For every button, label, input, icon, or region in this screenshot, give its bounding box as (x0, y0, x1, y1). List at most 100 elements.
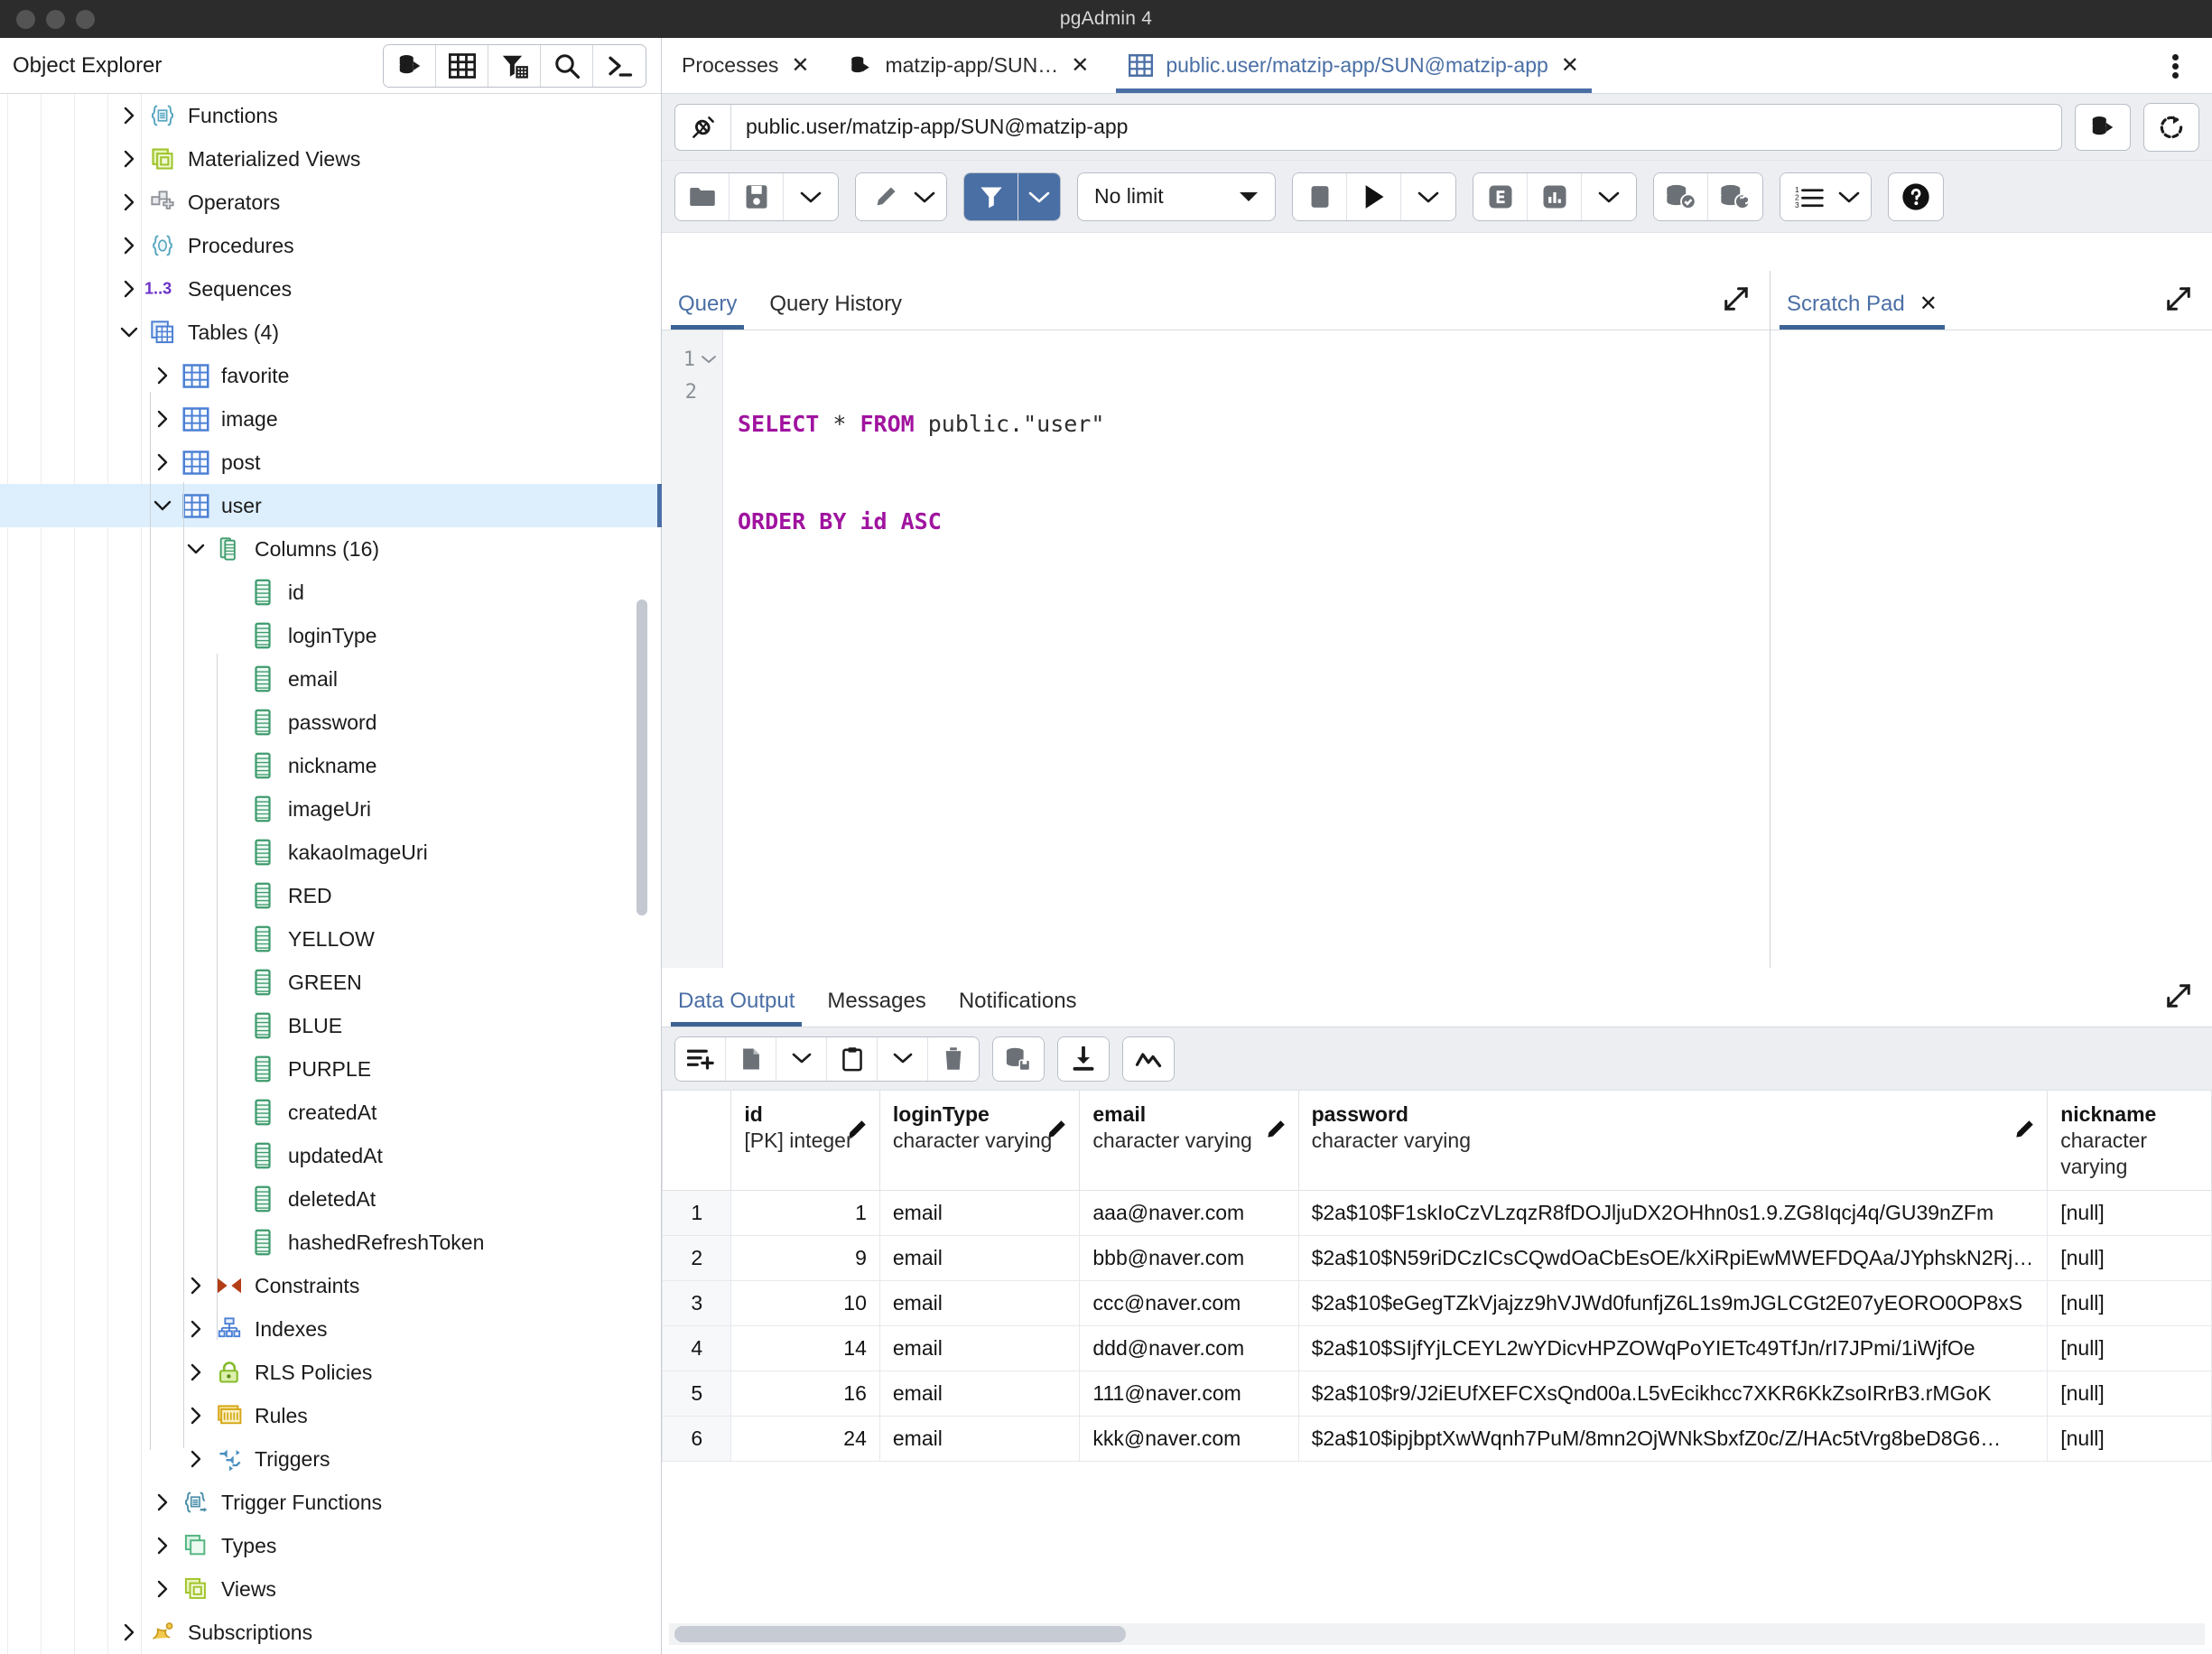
cell-email[interactable]: ccc@naver.com (1079, 1280, 1299, 1327)
chevron-right-icon[interactable] (114, 1622, 144, 1642)
cell-nickname[interactable]: [null] (2047, 1416, 2212, 1463)
chevron-right-icon[interactable] (147, 452, 178, 472)
filter-icon[interactable] (964, 172, 1018, 220)
explain-dropdown-icon[interactable] (1582, 172, 1636, 220)
cell-logintype[interactable]: email (878, 1371, 1081, 1417)
chevron-right-icon[interactable] (147, 1492, 178, 1512)
play-icon[interactable] (1347, 172, 1401, 220)
cell-id[interactable]: 24 (730, 1416, 880, 1463)
tree-item-functions[interactable]: Functions (0, 94, 662, 137)
delete-row-icon[interactable] (928, 1036, 979, 1081)
result-grid[interactable]: id [PK] integer loginType character vary… (662, 1091, 2212, 1654)
table-row[interactable]: 5 16 email 111@naver.com $2a$10$r9/J2iEUfXEF… (662, 1371, 2212, 1417)
save-file-icon[interactable] (730, 172, 784, 220)
tree-item-procedures[interactable]: Procedures (0, 224, 662, 267)
query-pane-tabs[interactable]: Query Query History (662, 271, 1770, 330)
chevron-down-icon[interactable] (181, 540, 211, 558)
cell-id[interactable]: 9 (730, 1235, 880, 1282)
tab-processes[interactable]: Processes ✕ (662, 38, 829, 93)
cell-logintype[interactable]: email (878, 1235, 1081, 1282)
save-data-changes-icon[interactable] (993, 1036, 1044, 1081)
output-pane-tabs[interactable]: Data Output Messages Notifications (662, 968, 2212, 1027)
database-selector-icon[interactable] (2075, 103, 2131, 151)
tree-item-columns-16[interactable]: Columns (16) (0, 527, 662, 571)
cell-password[interactable]: $2a$10$F1skIoCzVLzqzR8fDOJljuDX2OHhn0s1.… (1297, 1190, 2049, 1237)
tree-item-createdat[interactable]: createdAt (0, 1091, 662, 1134)
object-explorer-scrollbar-track[interactable] (637, 94, 655, 1654)
edit-pencil-icon[interactable] (1045, 1118, 1068, 1141)
more-options-kebab-icon[interactable] (2154, 38, 2196, 94)
cell-password[interactable]: $2a$10$N59riDCzICsCQwdOaCbEsOE/kXiRpiEwM… (1297, 1235, 2049, 1282)
paste-icon[interactable] (827, 1036, 878, 1081)
chevron-down-icon[interactable] (114, 323, 144, 341)
chevron-right-icon[interactable] (147, 366, 178, 386)
chevron-right-icon[interactable] (147, 1579, 178, 1599)
tree-item-trigger-functions[interactable]: Trigger Functions (0, 1481, 662, 1524)
stop-icon[interactable] (1293, 172, 1347, 220)
cell-password[interactable]: $2a$10$r9/J2iEUfXEFCXsQnd00a.L5vEcikhcc7… (1297, 1371, 2049, 1417)
tree-item-indexes[interactable]: Indexes (0, 1307, 662, 1351)
execute-dropdown-icon[interactable] (1401, 172, 1455, 220)
cell-id[interactable]: 10 (730, 1280, 880, 1327)
query-pane-expand-icon[interactable] (1723, 285, 1750, 317)
row-limit-select[interactable]: No limit (1077, 172, 1276, 221)
save-file-dropdown-icon[interactable] (784, 172, 838, 220)
object-explorer-scrollbar-thumb[interactable] (637, 599, 647, 915)
tree-item-blue[interactable]: BLUE (0, 1004, 662, 1047)
fold-chevron-icon[interactable] (701, 354, 717, 365)
help-icon[interactable] (1888, 172, 1944, 221)
cell-email[interactable]: bbb@naver.com (1079, 1235, 1299, 1282)
tab-public-user-query-close-icon[interactable]: ✕ (1561, 54, 1579, 77)
macros-icon[interactable]: 123 (1780, 172, 1835, 220)
object-explorer-terminal-icon[interactable] (593, 44, 646, 87)
tree-item-subscriptions[interactable]: Subscriptions (0, 1611, 662, 1654)
tree-item-operators[interactable]: Operators (0, 181, 662, 224)
tree-item-red[interactable]: RED (0, 874, 662, 917)
chevron-right-icon[interactable] (181, 1319, 211, 1339)
reset-layout-icon[interactable] (2143, 102, 2199, 152)
tree-item-deletedat[interactable]: deletedAt (0, 1177, 662, 1221)
tree-item-imageuri[interactable]: imageUri (0, 787, 662, 831)
scratch-pad-tabs[interactable]: Scratch Pad ✕ (1771, 271, 2212, 330)
output-pane-expand-icon[interactable] (2165, 982, 2192, 1014)
sql-code-content[interactable]: SELECT * FROM public."user" ORDER BY id … (723, 330, 1770, 968)
chevron-right-icon[interactable] (114, 279, 144, 299)
tree-item-green[interactable]: GREEN (0, 961, 662, 1004)
tree-item-email[interactable]: email (0, 657, 662, 701)
edit-pencil-icon[interactable] (845, 1118, 869, 1141)
tree-item-rules[interactable]: Rules (0, 1394, 662, 1437)
result-grid-hscrollbar-thumb[interactable] (674, 1626, 1126, 1642)
chevron-right-icon[interactable] (114, 149, 144, 169)
cell-email[interactable]: 111@naver.com (1079, 1371, 1299, 1417)
scratch-pad-expand-icon[interactable] (2165, 285, 2192, 317)
tree-item-hashedrefreshtoken[interactable]: hashedRefreshToken (0, 1221, 662, 1264)
chevron-right-icon[interactable] (147, 1536, 178, 1556)
macros-dropdown-icon[interactable] (1835, 172, 1871, 220)
tab-matzip-app-server-close-icon[interactable]: ✕ (1071, 54, 1089, 77)
chevron-down-icon[interactable] (147, 497, 178, 515)
tab-query-history[interactable]: Query History (753, 292, 918, 330)
cell-id[interactable]: 14 (730, 1325, 880, 1372)
copy-icon[interactable] (726, 1036, 776, 1081)
explain-icon[interactable] (1473, 172, 1528, 220)
filter-dropdown-icon[interactable] (1018, 172, 1060, 220)
edit-pencil-icon[interactable] (1264, 1118, 1287, 1141)
tab-scratch-pad[interactable]: Scratch Pad ✕ (1771, 292, 1954, 330)
chevron-right-icon[interactable] (181, 1276, 211, 1296)
object-explorer-grid-icon[interactable] (436, 44, 488, 87)
rollback-icon[interactable] (1708, 172, 1762, 220)
tree-item-favorite[interactable]: favorite (0, 354, 662, 397)
table-row[interactable]: 1 1 email aaa@naver.com $2a$10$F1skIoCzVLzqz… (662, 1190, 2212, 1237)
column-header-nickname[interactable]: nickname character varying (2047, 1091, 2212, 1192)
tree-item-tables-4[interactable]: Tables (4) (0, 311, 662, 354)
cell-logintype[interactable]: email (878, 1280, 1081, 1327)
cell-password[interactable]: $2a$10$SIjfYjLCEYL2wYDicvHPZOWqPoYIETc49… (1297, 1325, 2049, 1372)
cell-logintype[interactable]: email (878, 1416, 1081, 1463)
tree-item-rls-policies[interactable]: RLS Policies (0, 1351, 662, 1394)
paste-dropdown-icon[interactable] (878, 1036, 928, 1081)
tab-messages[interactable]: Messages (811, 989, 942, 1027)
object-explorer-filter-icon[interactable] (488, 44, 541, 87)
sql-editor[interactable]: 1 2 SELECT * FROM public."user" ORDER BY… (662, 330, 1770, 968)
column-header-logintype[interactable]: loginType character varying (878, 1091, 1081, 1192)
chevron-right-icon[interactable] (114, 192, 144, 212)
